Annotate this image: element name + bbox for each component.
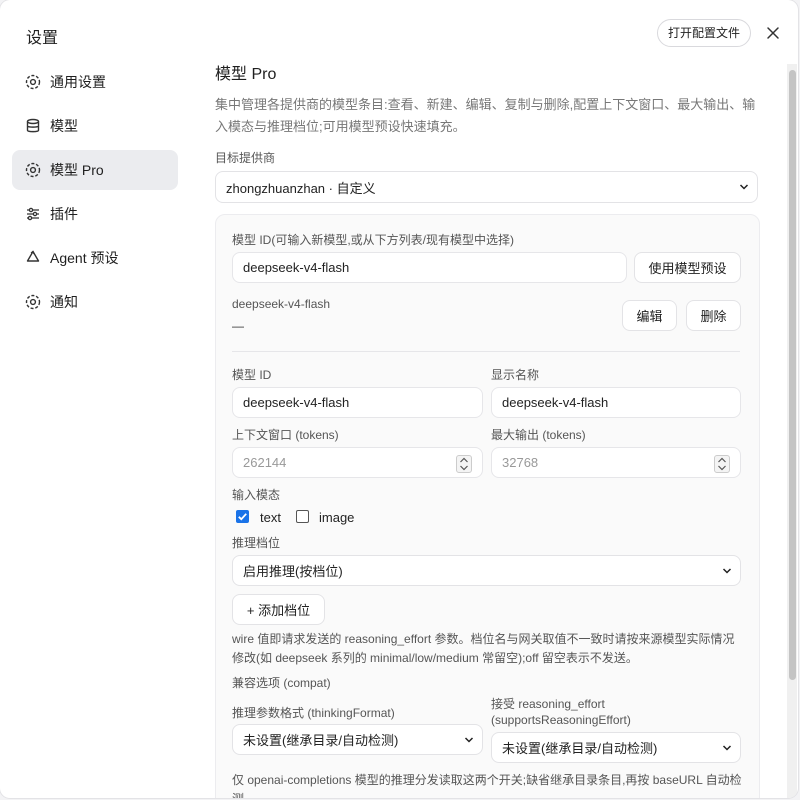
text-modality-checkbox[interactable] <box>236 510 249 523</box>
supports-effort-select[interactable]: 未设置(继承目录/自动检测) <box>491 732 741 763</box>
supports-effort-value: 未设置(继承目录/自动检测) <box>502 741 658 756</box>
wire-note: wire 值即请求发送的 reasoning_effort 参数。档位名与网关取… <box>232 632 735 665</box>
compat-note: 仅 openai-completions 模型的推理分发读取这两个开关;缺省继承… <box>232 773 742 798</box>
image-modality-checkbox[interactable] <box>296 510 309 523</box>
sidebar-item-general[interactable]: 通用设置 <box>12 62 178 102</box>
sidebar-item-label: 通知 <box>50 294 78 310</box>
context-window-placeholder: 262144 <box>243 455 287 470</box>
context-window-label: 上下文窗口 (tokens) <box>232 428 339 442</box>
sidebar: 通用设置 模型 模型 Pro 插件 Agent 预设 通知 <box>12 62 178 326</box>
model-id-entry-label: 模型 ID(可输入新模型,或从下方列表/现有模型中选择) <box>232 233 514 247</box>
add-level-button[interactable]: + 添加档位 <box>232 594 325 625</box>
dialog-title: 设置 <box>26 30 59 47</box>
modalities-label: 输入模态 <box>232 488 281 502</box>
spinner-icon[interactable] <box>456 455 472 473</box>
use-preset-button[interactable]: 使用模型预设 <box>634 252 741 283</box>
sidebar-item-label: 模型 <box>50 118 78 134</box>
display-name-value: deepseek-v4-flash <box>502 395 609 410</box>
sidebar-item-models-pro[interactable]: 模型 Pro <box>12 150 178 190</box>
model-id-entry-input[interactable]: deepseek-v4-flash <box>232 252 627 283</box>
sidebar-item-notifications[interactable]: 通知 <box>12 282 178 322</box>
sidebar-item-plugins[interactable]: 插件 <box>12 194 178 234</box>
model-id-entry-value: deepseek-v4-flash <box>243 260 350 275</box>
settings-dialog: 设置 打开配置文件 通用设置 模型 模型 Pro 插件 Agent 预设 通知 … <box>0 0 798 798</box>
model-card: 模型 ID(可输入新模型,或从下方列表/现有模型中选择) deepseek-v4… <box>215 214 760 798</box>
image-modality-label: image <box>319 510 355 525</box>
provider-label: 目标提供商 <box>215 151 276 165</box>
model-id-input[interactable]: deepseek-v4-flash <box>232 387 483 418</box>
chevron-down-icon <box>464 736 474 743</box>
divider <box>232 351 740 352</box>
supports-effort-label-line2: (supportsReasoningEffort) <box>491 713 631 727</box>
sliders-icon <box>24 205 42 223</box>
display-name-input[interactable]: deepseek-v4-flash <box>491 387 741 418</box>
text-modality-label: text <box>260 510 281 525</box>
compat-label: 兼容选项 (compat) <box>232 676 331 690</box>
scrollbar-thumb[interactable] <box>789 70 796 680</box>
page-description: 集中管理各提供商的模型条目:查看、新建、编辑、复制与删除,配置上下文窗口、最大输… <box>215 97 756 134</box>
gear-icon <box>24 161 42 179</box>
edit-button[interactable]: 编辑 <box>622 300 677 331</box>
main-content: 模型 Pro 集中管理各提供商的模型条目:查看、新建、编辑、复制与删除,配置上下… <box>215 0 760 798</box>
close-icon[interactable] <box>762 22 784 44</box>
reasoning-value: 启用推理(按档位) <box>243 564 343 579</box>
chevron-down-icon <box>722 744 732 751</box>
reasoning-label: 推理档位 <box>232 536 281 550</box>
model-id-value: deepseek-v4-flash <box>243 395 350 410</box>
max-output-placeholder: 32768 <box>502 455 539 470</box>
gear-icon <box>24 293 42 311</box>
provider-value: zhongzhuanzhan · 自定义 <box>226 180 376 196</box>
page-title: 模型 Pro <box>215 66 277 83</box>
chevron-down-icon <box>722 567 732 574</box>
spinner-icon[interactable] <box>714 455 730 473</box>
model-id-label: 模型 ID <box>232 368 272 382</box>
check-icon <box>238 513 247 521</box>
current-model-name: deepseek-v4-flash <box>232 297 331 311</box>
sidebar-item-label: 插件 <box>50 206 78 222</box>
database-icon <box>24 117 42 135</box>
sidebar-item-agent-presets[interactable]: Agent 预设 <box>12 238 178 278</box>
supports-effort-label-line1: 接受 reasoning_effort <box>491 697 605 711</box>
recycle-icon <box>24 249 42 267</box>
max-output-input[interactable]: 32768 <box>491 447 741 478</box>
delete-button[interactable]: 删除 <box>686 300 741 331</box>
supports-effort-label: 接受 reasoning_effort (supportsReasoningEf… <box>491 696 631 728</box>
max-output-label: 最大输出 (tokens) <box>491 428 586 442</box>
thinking-format-value: 未设置(继承目录/自动检测) <box>243 733 399 748</box>
sidebar-item-models[interactable]: 模型 <box>12 106 178 146</box>
context-window-input[interactable]: 262144 <box>232 447 483 478</box>
thinking-format-label: 推理参数格式 (thinkingFormat) <box>232 706 395 720</box>
thinking-format-select[interactable]: 未设置(继承目录/自动检测) <box>232 724 483 755</box>
sidebar-item-label: 模型 Pro <box>50 162 104 178</box>
current-model-sub: — <box>232 319 244 333</box>
provider-select[interactable]: zhongzhuanzhan · 自定义 <box>215 171 758 203</box>
chevron-down-icon <box>739 184 749 190</box>
sidebar-item-label: Agent 预设 <box>50 250 119 266</box>
gear-icon <box>24 73 42 91</box>
sidebar-item-label: 通用设置 <box>50 74 106 90</box>
reasoning-select[interactable]: 启用推理(按档位) <box>232 555 741 586</box>
display-name-label: 显示名称 <box>491 368 540 382</box>
